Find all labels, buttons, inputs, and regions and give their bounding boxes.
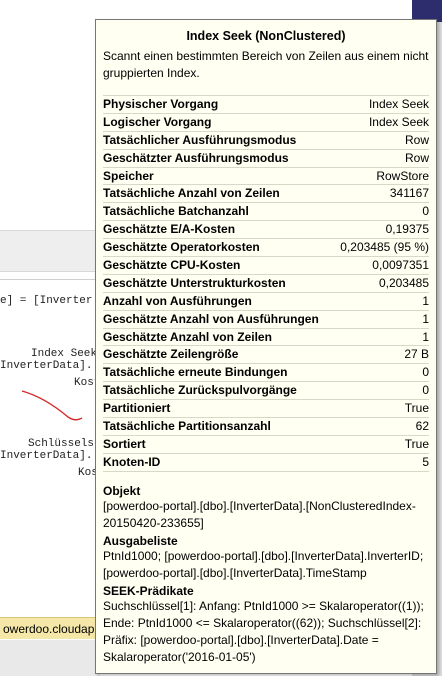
property-value: 5 <box>422 454 429 469</box>
property-value: True <box>404 436 429 451</box>
tooltip-title: Index Seek (NonClustered) <box>186 29 346 43</box>
property-value: 0,203485 (95 %) <box>340 240 429 255</box>
query-text: e] = [Inverter <box>0 295 93 307</box>
section-heading: Objekt <box>103 483 141 498</box>
property-label: Tatsächliche Batchanzahl <box>103 204 249 219</box>
property-label: Geschätzte Anzahl von Ausführungen <box>103 311 319 326</box>
property-label: Sortiert <box>103 436 146 451</box>
property-value: RowStore <box>376 168 429 183</box>
property-label: Physischer Vorgang <box>103 97 219 111</box>
property-row: Tatsächliche Partitionsanzahl 62 <box>103 417 429 435</box>
property-row: Geschätzte E/A-Kosten 0,19375 <box>103 220 429 238</box>
property-row: Anzahl von Ausführungen 1 <box>103 291 429 310</box>
property-row: Tatsächliche Batchanzahl 0 <box>103 202 429 220</box>
property-value: Index Seek <box>368 114 429 129</box>
property-value: 0 <box>422 365 429 380</box>
property-row: Geschätzte Anzahl von Ausführungen 1 <box>103 309 429 328</box>
property-label: Tatsächlicher Ausführungsmodus <box>103 132 297 147</box>
property-label: Tatsächliche Partitionsanzahl <box>103 419 271 434</box>
property-label: Geschätzte Operatorkosten <box>103 240 260 255</box>
section-text: [powerdoo-portal].[dbo].[InverterData].[… <box>103 498 416 530</box>
plan-node-index-seek-table: InverterData]. <box>0 360 93 372</box>
property-label: Tatsächliche erneute Bindungen <box>103 365 288 380</box>
section-text: Suchschlüssel[1]: Anfang: PtnId1000 >= S… <box>103 598 424 664</box>
property-label: Geschätzte CPU-Kosten <box>103 258 241 273</box>
section-heading: Ausgabeliste <box>103 533 178 548</box>
property-value: 1 <box>422 293 429 308</box>
property-label: Geschätzte E/A-Kosten <box>103 222 236 237</box>
property-value: 27 B <box>404 347 429 362</box>
property-label: Tatsächliche Anzahl von Zeilen <box>103 186 280 201</box>
property-row: Geschätzte CPU-Kosten 0,0097351 <box>103 256 429 274</box>
property-label: Geschätzte Anzahl von Zeilen <box>103 329 272 344</box>
server-name: owerdoo.cloudapp. <box>3 622 100 636</box>
property-label: Logischer Vorgang <box>103 114 212 129</box>
tooltip-section: SEEK-Prädikate Suchschlüssel[1]: Anfang: … <box>103 584 429 666</box>
tooltip-description: Scannt einen bestimmten Bereich von Zeil… <box>103 49 429 80</box>
property-row: Geschätzte Zeilengröße 27 B <box>103 345 429 363</box>
property-row: Geschätzter Ausführungsmodus Row <box>103 148 429 167</box>
property-row: Tatsächliche Zurückspulvorgänge 0 <box>103 381 429 399</box>
property-label: Geschätzter Ausführungsmodus <box>103 150 289 165</box>
property-value: Row <box>404 132 429 147</box>
plan-node-key-lookup[interactable]: Schlüsselsu <box>28 438 101 450</box>
plan-divider <box>0 279 100 280</box>
plan-node-key-lookup-table: InverterData]. <box>0 450 93 462</box>
property-row: Speicher RowStore <box>103 166 429 185</box>
property-row: Knoten-ID 5 <box>103 452 429 472</box>
property-row: Tatsächliche erneute Bindungen 0 <box>103 363 429 381</box>
property-label: Knoten-ID <box>103 454 161 469</box>
tooltip-section: Objekt [powerdoo-portal].[dbo].[InverterD… <box>103 484 429 532</box>
property-label: Tatsächliche Zurückspulvorgänge <box>103 383 297 398</box>
tooltip-section: Ausgabeliste PtnId1000; [powerdoo-portal]… <box>103 534 429 582</box>
property-row: Geschätzte Operatorkosten 0,203485 (95 %) <box>103 238 429 256</box>
property-value: True <box>404 401 429 416</box>
property-value: 341167 <box>389 186 429 201</box>
plan-node-index-seek[interactable]: Index Seek <box>31 348 97 360</box>
property-table: Physischer Vorgang Index Seek Logischer Vo… <box>103 95 429 472</box>
tooltip-sections: Objekt [powerdoo-portal].[dbo].[InverterD… <box>96 484 436 666</box>
property-value: Row <box>404 150 429 165</box>
property-row: Logischer Vorgang Index Seek <box>103 112 429 131</box>
property-label: Geschätzte Zeilengröße <box>103 347 239 362</box>
property-value: Index Seek <box>368 97 429 111</box>
property-label: Anzahl von Ausführungen <box>103 293 252 308</box>
property-label: Geschätzte Unterstrukturkosten <box>103 275 286 290</box>
operator-tooltip: Index Seek (NonClustered) Scannt einen b… <box>95 19 437 674</box>
property-row: Geschätzte Anzahl von Zeilen 1 <box>103 327 429 346</box>
property-label: Speicher <box>103 168 154 183</box>
property-label: Partitioniert <box>103 401 171 416</box>
section-text: PtnId1000; [powerdoo-portal].[dbo].[Inve… <box>103 548 424 580</box>
property-value: 0 <box>422 383 429 398</box>
property-row: Partitioniert True <box>103 399 429 417</box>
property-value: 0,19375 <box>385 222 429 237</box>
property-value: 1 <box>422 311 429 326</box>
status-bar: owerdoo.cloudapp. <box>0 617 100 639</box>
property-row: Physischer Vorgang Index Seek <box>103 95 429 113</box>
property-value: 0,203485 <box>378 275 429 290</box>
section-heading: SEEK-Prädikate <box>103 583 194 598</box>
property-value: 1 <box>422 329 429 344</box>
bottom-panel <box>0 640 100 676</box>
property-row: Tatsächlicher Ausführungsmodus Row <box>103 130 429 149</box>
property-row: Tatsächliche Anzahl von Zeilen 341167 <box>103 184 429 202</box>
results-tab-band <box>0 230 100 272</box>
annotation-stroke <box>21 390 83 421</box>
property-value: 0 <box>422 204 429 219</box>
property-value: 62 <box>415 419 429 434</box>
property-row: Geschätzte Unterstrukturkosten 0,203485 <box>103 273 429 292</box>
property-row: Sortiert True <box>103 434 429 453</box>
property-value: 0,0097351 <box>372 258 429 273</box>
